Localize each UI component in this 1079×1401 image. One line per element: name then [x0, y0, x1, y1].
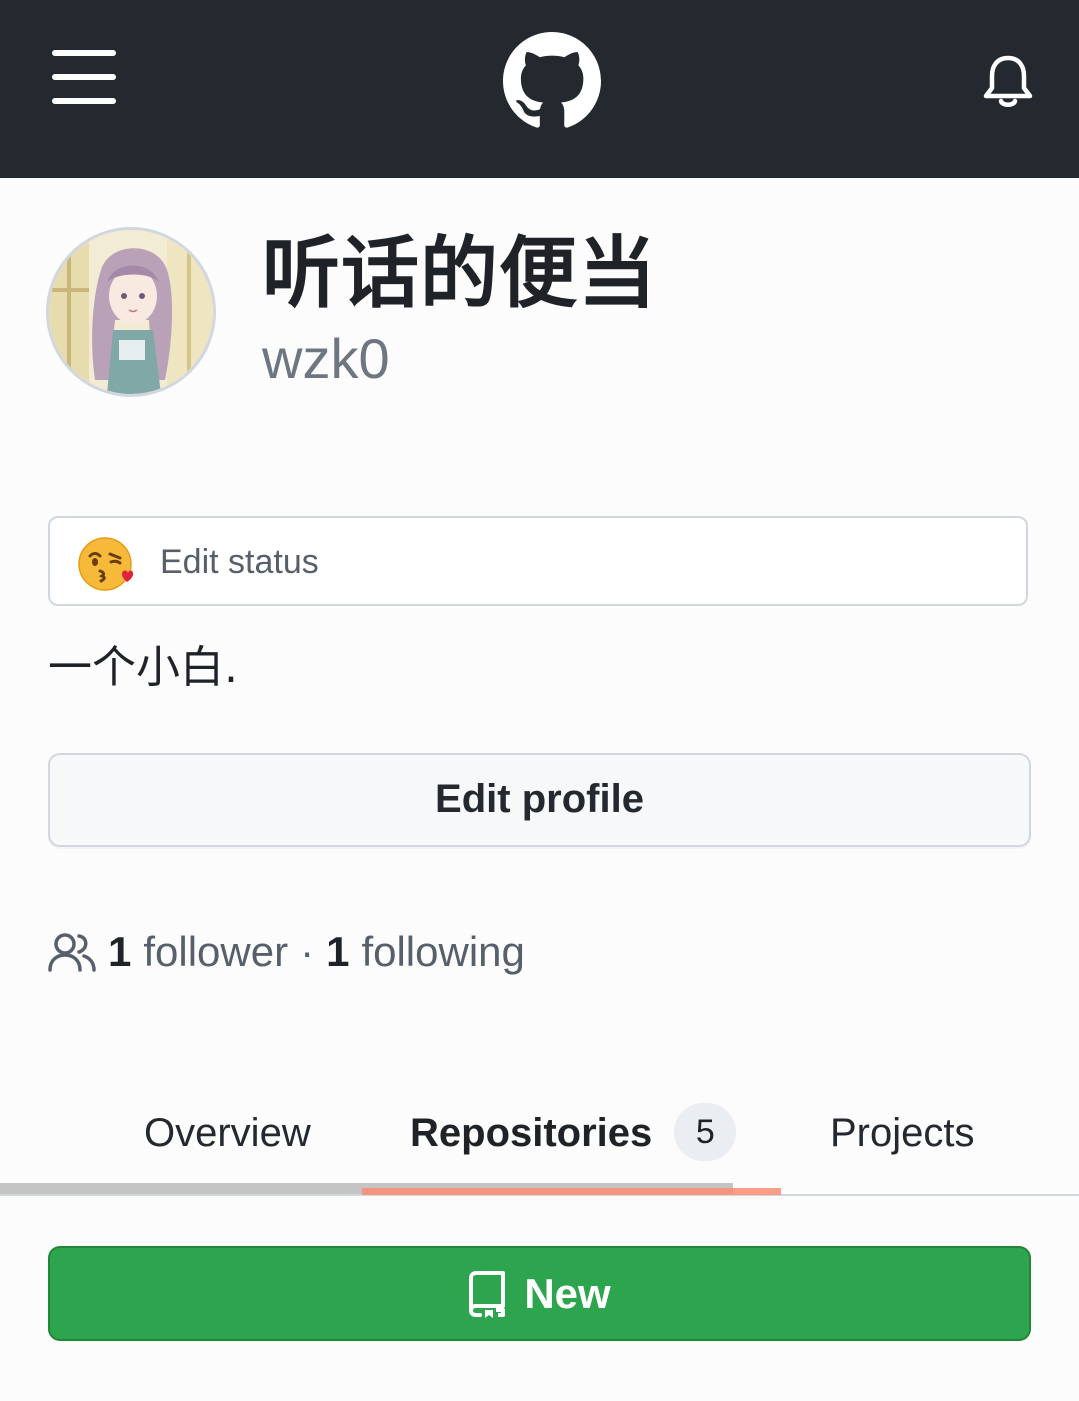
tab-repositories-label: Repositories	[410, 1111, 653, 1155]
avatar[interactable]	[46, 227, 216, 397]
followers-count: 1	[108, 928, 132, 975]
active-tab-underline	[362, 1188, 781, 1195]
edit-status-button[interactable]: Edit status	[48, 516, 1028, 606]
repo-icon	[468, 1270, 508, 1318]
tab-overview[interactable]: Overview	[144, 1100, 311, 1166]
people-icon	[48, 932, 96, 972]
following-link[interactable]: 1 following	[326, 928, 525, 976]
profile-display-name: 听话的便当	[262, 229, 658, 319]
followers-link[interactable]: 1 follower	[108, 928, 288, 976]
face-blowing-kiss-icon	[78, 536, 134, 592]
new-button-label: New	[524, 1269, 611, 1317]
follow-separator: ·	[300, 928, 315, 975]
repositories-counter-badge: 5	[674, 1103, 737, 1162]
profile-bio: 一个小白.	[48, 642, 238, 693]
followers-label: follower	[143, 928, 289, 975]
new-repository-button[interactable]: New	[48, 1246, 1031, 1341]
following-label: following	[361, 928, 525, 975]
hamburger-icon[interactable]	[52, 50, 116, 104]
top-navigation-bar	[0, 0, 1079, 178]
tab-projects[interactable]: Projects	[830, 1100, 975, 1166]
github-logo-icon[interactable]	[503, 32, 601, 130]
followers-following-row: 1 follower · 1 following	[48, 924, 525, 980]
edit-status-label: Edit status	[160, 543, 319, 581]
following-count: 1	[326, 928, 350, 975]
profile-username: wzk0	[262, 327, 390, 390]
bell-icon[interactable]	[983, 54, 1033, 110]
edit-profile-button[interactable]: Edit profile	[48, 753, 1031, 847]
tab-repositories[interactable]: Repositories 5	[410, 1100, 737, 1166]
profile-tabs: Overview Repositories 5 Projects	[0, 1100, 1079, 1196]
